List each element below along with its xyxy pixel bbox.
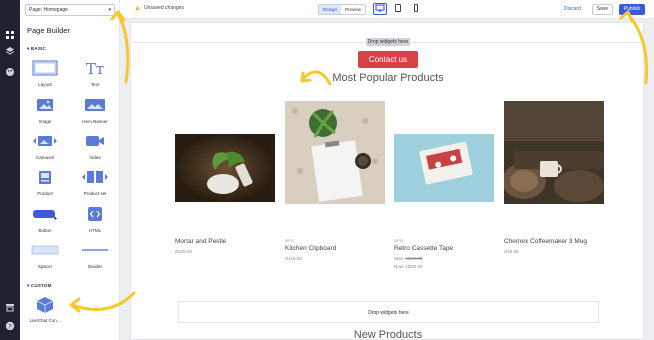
widget-label: Carousel	[35, 155, 54, 160]
widget-livechat[interactable]: LiveChat Con...	[25, 296, 65, 330]
widget-label: Button	[38, 228, 52, 233]
widget-layout[interactable]: Layout	[25, 60, 65, 94]
product-was-price: Was: zł249.00	[394, 256, 422, 261]
sidebar-title: Page Builder	[27, 26, 70, 35]
store-icon[interactable]	[5, 302, 15, 312]
widget-label: Product set	[83, 191, 107, 196]
video-icon	[86, 136, 104, 146]
widget-label: Divider	[87, 264, 102, 269]
publish-button[interactable]: Publish	[619, 4, 645, 15]
discard-button[interactable]: Discard	[564, 6, 581, 12]
cube-icon	[36, 297, 54, 313]
product-image	[394, 134, 494, 202]
text-icon: Tт	[86, 60, 104, 76]
product-brand: OFS	[285, 238, 295, 243]
section-title: Most Popular Products	[332, 72, 444, 84]
contact-us-button[interactable]: Contact us	[358, 51, 418, 68]
widget-label: Text	[90, 82, 100, 87]
section-basic[interactable]: ▾ BASIC	[27, 46, 46, 52]
page-canvas: Drop widgets here Contact us Most Popula…	[130, 22, 644, 340]
widget-product[interactable]: Product	[25, 169, 65, 203]
next-section-title: New Products	[353, 329, 423, 340]
drop-zone-label: Drop widgets here	[365, 38, 411, 46]
image-icon	[37, 99, 53, 111]
product-image	[175, 134, 275, 202]
widget-label: LiveChat Con...	[29, 318, 61, 323]
carousel-icon	[33, 136, 57, 146]
product-icon	[39, 171, 51, 184]
widget-text[interactable]: Tт Text	[75, 60, 115, 94]
warning-icon: ▲	[134, 5, 141, 12]
product-name: Kitchen Clipboard	[285, 245, 337, 252]
svg-text:Tт: Tт	[86, 60, 104, 76]
now-label: Now:	[394, 264, 405, 269]
html-icon	[88, 207, 102, 221]
widget-carousel[interactable]: Carousel	[25, 133, 65, 167]
desktop-icon[interactable]	[373, 3, 387, 15]
unsaved-status: ▲ Unsaved changes	[134, 5, 184, 12]
widget-label: Layout	[38, 82, 52, 87]
top-toolbar: ▲ Unsaved changes Design Preview Discard …	[120, 0, 654, 19]
section-basic-label: BASIC	[30, 46, 46, 51]
widget-spacer[interactable]: Spacer	[25, 242, 65, 276]
sidebar: Page: Homepage ▾ Page Builder ▾ BASIC La…	[20, 0, 120, 340]
unsaved-text: Unsaved changes	[143, 5, 184, 11]
product-name: Retro Cassette Tape	[394, 245, 454, 252]
product-now-price: Now: zł200.00	[394, 264, 423, 269]
widget-label: Video	[89, 155, 101, 160]
product-price: zł49.50	[504, 249, 519, 254]
product-name: Mortar and Pestle	[175, 238, 227, 245]
section-custom-label: CUSTOM	[30, 283, 52, 288]
drop-zone-top[interactable]: Drop widgets here	[131, 30, 643, 46]
widget-label: Hero Banner	[82, 119, 108, 124]
spacer-icon	[31, 245, 59, 255]
svg-text:?: ?	[8, 322, 11, 330]
was-label: Was:	[394, 256, 405, 261]
save-button[interactable]: Save	[592, 4, 613, 15]
design-tab[interactable]: Design	[319, 5, 342, 14]
mobile-icon[interactable]	[409, 3, 423, 15]
widget-divider[interactable]: Divider	[75, 242, 115, 276]
hero-banner-icon	[85, 99, 105, 111]
tablet-icon[interactable]	[391, 3, 405, 15]
button-icon	[33, 210, 57, 220]
product-price: zł119.00	[285, 256, 302, 261]
divider-icon	[82, 249, 108, 251]
widget-label: HTML	[88, 228, 102, 233]
product-price: zł225.00	[175, 249, 193, 254]
widget-label: Image	[38, 119, 52, 124]
product-brand: OFS	[394, 238, 404, 243]
help-icon[interactable]: ?	[5, 321, 15, 331]
layers-icon[interactable]	[5, 46, 15, 56]
product-name: Chemex Coffeemaker 3 Mug	[504, 238, 587, 245]
chevron-down-icon: ▾	[108, 7, 111, 13]
widget-label: Spacer	[37, 264, 53, 269]
widget-label: Product	[37, 191, 53, 196]
product-image	[285, 101, 385, 204]
widget-video[interactable]: Video	[75, 133, 115, 167]
page-select-value: Page: Homepage	[29, 7, 68, 13]
palette-icon[interactable]	[5, 67, 15, 77]
preview-tab[interactable]: Preview	[341, 5, 365, 14]
section-custom[interactable]: ▾ CUSTOM	[27, 283, 52, 289]
product-set-icon	[82, 171, 108, 183]
grid-icon[interactable]	[5, 30, 15, 40]
widget-image[interactable]: Image	[25, 97, 65, 131]
now-value: zł200.00	[405, 264, 423, 269]
view-mode-toggle: Design Preview	[318, 4, 367, 15]
drop-zone-bottom[interactable]: Drop widgets here	[178, 301, 599, 323]
widget-html[interactable]: HTML	[75, 206, 115, 240]
left-rail: ?	[0, 0, 20, 340]
page-builder-app: ? Page: Homepage ▾ Page Builder ▾ BASIC …	[0, 0, 654, 340]
product-image	[504, 101, 604, 204]
widget-button[interactable]: Button	[25, 206, 65, 240]
page-select[interactable]: Page: Homepage ▾	[25, 4, 115, 16]
was-value: zł249.00	[405, 256, 423, 261]
layout-icon	[32, 60, 58, 76]
widget-hero-banner[interactable]: Hero Banner	[75, 97, 115, 131]
device-switcher	[373, 3, 423, 15]
widget-product-set[interactable]: Product set	[75, 169, 115, 203]
